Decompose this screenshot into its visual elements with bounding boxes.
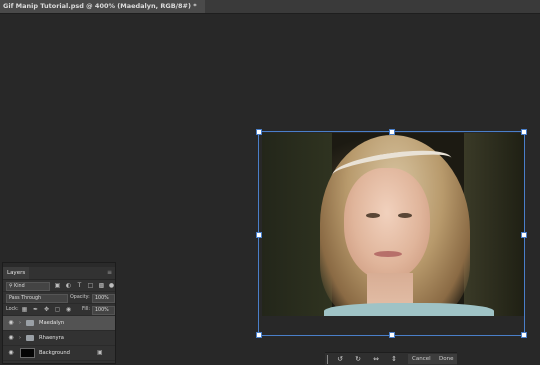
layer-row-background[interactable]: ◉ Background ▣	[3, 346, 115, 361]
filter-toggle-icon[interactable]: ●	[108, 282, 115, 289]
lock-label: Lock:	[6, 307, 19, 312]
panel-menu-icon[interactable]: ≡	[107, 270, 113, 276]
filter-kind-label: Kind	[14, 284, 25, 289]
rotate-right-icon[interactable]: ↻	[353, 354, 363, 364]
layer-name: Rhaenyra	[39, 335, 64, 341]
transform-handle-top-center[interactable]	[389, 129, 395, 135]
group-expand-chevron-icon[interactable]: ›	[19, 320, 24, 326]
transform-handle-bottom-right[interactable]	[521, 332, 527, 338]
filter-type-icon[interactable]: T	[76, 282, 83, 289]
folder-icon	[26, 335, 34, 341]
opacity-field[interactable]: 100%	[92, 294, 115, 303]
lock-position-icon[interactable]: ✥	[43, 306, 50, 313]
filter-adjustment-icon[interactable]: ◐	[65, 282, 72, 289]
layer-name: Maedalyn	[39, 320, 65, 326]
lock-image-pixels-icon[interactable]: ✒	[32, 306, 39, 313]
cancel-button[interactable]: Cancel	[408, 354, 435, 364]
visibility-eye-icon[interactable]: ◉	[7, 350, 15, 356]
layers-panel-header: Layers ≡	[3, 267, 115, 280]
filter-shape-icon[interactable]: □	[87, 282, 94, 289]
blend-opacity-row: Pass Through Opacity: 100%	[3, 292, 115, 304]
transform-options-bar: ↺ ↻ ⇔ ⇕ Cancel Done	[325, 352, 458, 365]
layers-tab[interactable]: Layers	[3, 267, 30, 279]
filter-pixel-icon[interactable]: ▣	[54, 282, 61, 289]
visibility-eye-icon[interactable]: ◉	[7, 335, 15, 341]
layer-thumbnail	[20, 348, 35, 358]
transform-handle-middle-right[interactable]	[521, 232, 527, 238]
blend-mode-select[interactable]: Pass Through	[6, 294, 68, 303]
transform-handle-top-left[interactable]	[256, 129, 262, 135]
document-tab-bar: Gif Manip Tutorial.psd @ 400% (Maedalyn,…	[0, 0, 540, 14]
layer-row-rhaenyra[interactable]: ◉ › Rhaenyra	[3, 331, 115, 346]
transform-handle-bottom-left[interactable]	[256, 332, 262, 338]
rotate-left-icon[interactable]: ↺	[335, 354, 345, 364]
group-expand-chevron-icon[interactable]: ›	[19, 335, 24, 341]
layers-panel: Layers ≡ ⚲ Kind ▣ ◐ T □ ▩ ● Pass Through…	[2, 262, 116, 364]
visibility-eye-icon[interactable]: ◉	[7, 320, 15, 326]
document-tab[interactable]: Gif Manip Tutorial.psd @ 400% (Maedalyn,…	[0, 0, 205, 13]
filter-kind-select[interactable]: ⚲ Kind	[6, 282, 50, 291]
free-transform-bounding-box[interactable]	[256, 129, 527, 338]
layer-name: Background	[39, 350, 70, 356]
layer-row-maedalyn[interactable]: ◉ › Maedalyn	[3, 316, 115, 331]
layer-filter-row: ⚲ Kind ▣ ◐ T □ ▩ ●	[3, 280, 115, 292]
done-button[interactable]: Done	[435, 354, 458, 364]
fill-label: Fill:	[82, 307, 91, 312]
transform-handle-top-right[interactable]	[521, 129, 527, 135]
lock-fill-row: Lock: ▦ ✒ ✥ ▢ ◉ Fill: 100%	[3, 304, 115, 316]
lock-artboard-icon[interactable]: ▢	[54, 306, 61, 313]
flip-horizontal-icon[interactable]: ⇔	[371, 354, 381, 364]
fill-field[interactable]: 100%	[92, 306, 115, 315]
toolbar-grip[interactable]	[327, 355, 328, 364]
lock-icon[interactable]: ▣	[97, 349, 103, 357]
lock-all-icon[interactable]: ◉	[65, 306, 72, 313]
folder-icon	[26, 320, 34, 326]
opacity-label: Opacity:	[70, 295, 90, 300]
search-icon: ⚲	[9, 284, 13, 289]
filter-smart-object-icon[interactable]: ▩	[98, 282, 105, 289]
transform-handle-middle-left[interactable]	[256, 232, 262, 238]
lock-transparent-pixels-icon[interactable]: ▦	[21, 306, 28, 313]
transform-handle-bottom-center[interactable]	[389, 332, 395, 338]
flip-vertical-icon[interactable]: ⇕	[389, 354, 399, 364]
